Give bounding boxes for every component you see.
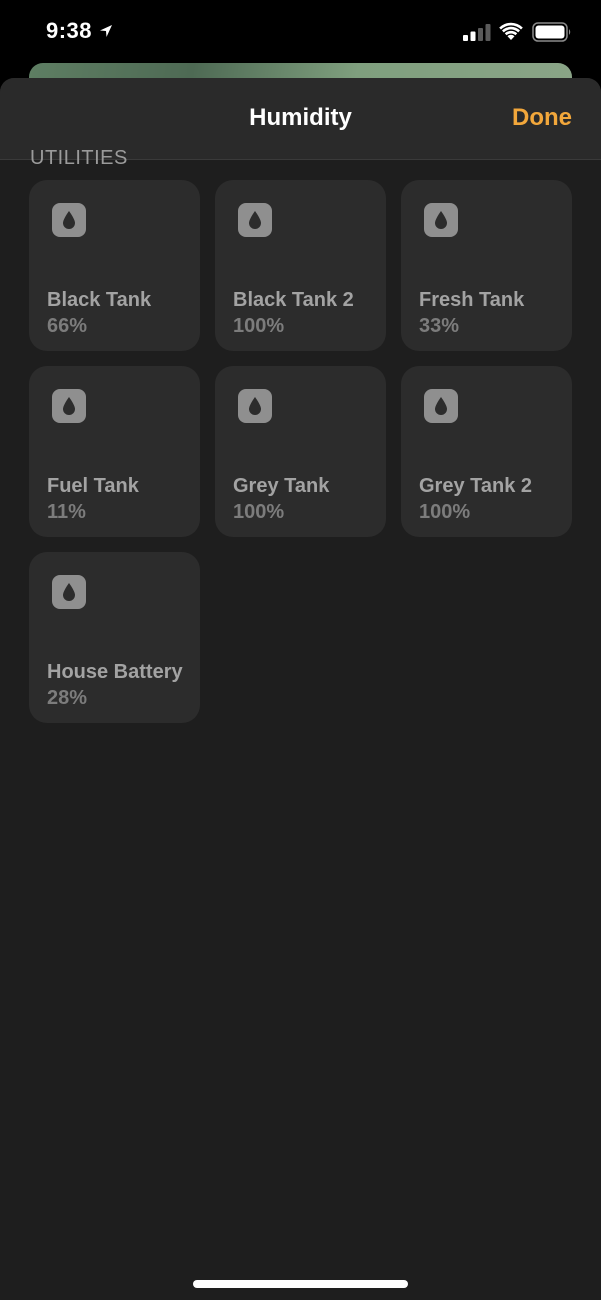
accessory-tile[interactable]: Black Tank 2 100% (215, 180, 386, 351)
battery-icon (532, 22, 571, 42)
tile-name: Grey Tank (233, 475, 330, 497)
accessory-tile[interactable]: Black Tank 66% (29, 180, 200, 351)
accessory-tile[interactable]: Fuel Tank 11% (29, 366, 200, 537)
water-drop-icon (52, 575, 86, 609)
location-arrow-icon (100, 25, 113, 37)
accessory-tile[interactable]: Fresh Tank 33% (401, 180, 572, 351)
accessory-grid: Black Tank 66% Black Tank 2 100% Fresh T… (29, 180, 572, 723)
tile-name: House Battery (47, 661, 183, 683)
tile-name: Fuel Tank (47, 475, 139, 497)
status-bar: 9:38 (0, 0, 601, 64)
water-drop-icon (52, 203, 86, 237)
status-time: 9:38 (46, 18, 93, 43)
done-button[interactable]: Done (512, 104, 572, 132)
wifi-icon (499, 22, 523, 40)
home-indicator[interactable] (193, 1280, 408, 1288)
tile-value: 28% (47, 687, 88, 709)
water-drop-icon (238, 389, 272, 423)
water-drop-icon (424, 203, 458, 237)
water-drop-icon (238, 203, 272, 237)
tile-name: Black Tank 2 (233, 289, 354, 311)
tile-value: 66% (47, 315, 88, 337)
tile-value: 11% (47, 501, 86, 523)
tile-name: Grey Tank 2 (419, 475, 533, 497)
accessory-tile[interactable]: House Battery 28% (29, 552, 200, 723)
cellular-signal-icon (463, 24, 491, 41)
tile-value: 100% (419, 501, 471, 523)
tile-value: 33% (419, 315, 460, 337)
section-label-utilities: UTILITIES (30, 147, 128, 169)
tile-value: 100% (233, 501, 285, 523)
accessory-tile[interactable]: Grey Tank 100% (215, 366, 386, 537)
tile-name: Black Tank (47, 289, 152, 311)
water-drop-icon (424, 389, 458, 423)
status-time-group: 9:38 (46, 18, 114, 44)
accessory-tile[interactable]: Grey Tank 2 100% (401, 366, 572, 537)
water-drop-icon (52, 389, 86, 423)
tile-name: Fresh Tank (419, 289, 525, 311)
sheet-title: Humidity (249, 104, 352, 131)
tile-value: 100% (233, 315, 285, 337)
